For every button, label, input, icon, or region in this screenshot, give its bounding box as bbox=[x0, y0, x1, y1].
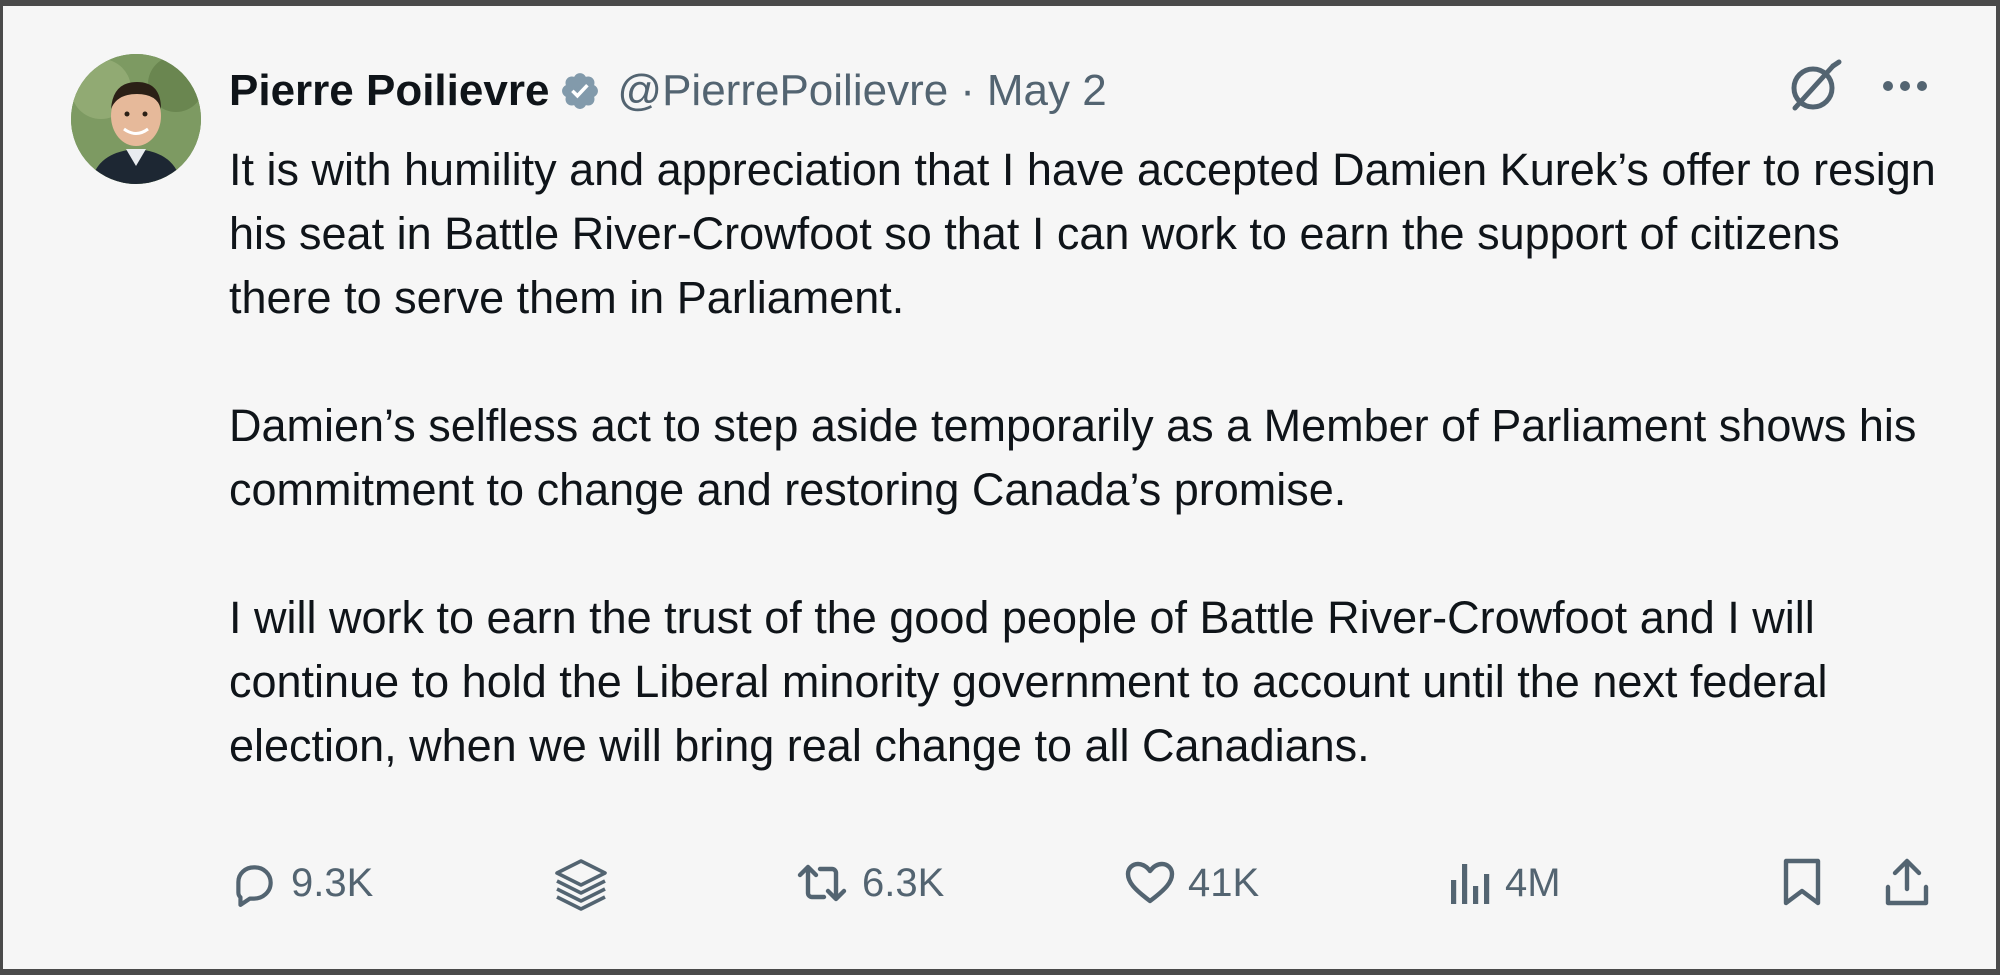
separator-dot: · bbox=[960, 66, 975, 115]
action-bar: 9.3K 6.3K 41K 4M bbox=[229, 851, 1939, 915]
like-count: 41K bbox=[1188, 860, 1260, 905]
repost-icon bbox=[794, 859, 850, 907]
bookmark-button[interactable] bbox=[1782, 851, 1822, 915]
tweet-paragraph: I will work to earn the trust of the goo… bbox=[229, 592, 1828, 771]
reply-icon bbox=[229, 858, 279, 908]
views-button[interactable]: 4M bbox=[1449, 851, 1561, 915]
reply-count: 9.3K bbox=[291, 860, 374, 905]
heart-icon bbox=[1124, 859, 1176, 907]
layers-icon bbox=[549, 851, 613, 915]
top-actions bbox=[1783, 58, 1929, 119]
bookmark-icon bbox=[1782, 857, 1822, 909]
author-name[interactable]: Pierre Poilievre bbox=[229, 66, 549, 116]
tweet-header: Pierre Poilievre @PierrePoilievre · May … bbox=[229, 56, 1107, 126]
tweet-card[interactable]: Pierre Poilievre @PierrePoilievre · May … bbox=[3, 6, 1996, 969]
tweet-text: It is with humility and appreciation tha… bbox=[229, 138, 1949, 778]
tweet-date[interactable]: May 2 bbox=[987, 66, 1107, 116]
screenshot-frame: Pierre Poilievre @PierrePoilievre · May … bbox=[0, 0, 2000, 975]
layers-button[interactable] bbox=[549, 851, 613, 915]
tweet-paragraph: Damien’s selfless act to step aside temp… bbox=[229, 400, 1917, 515]
share-button[interactable] bbox=[1884, 851, 1930, 915]
tweet-paragraph: It is with humility and appreciation tha… bbox=[229, 144, 1936, 323]
repost-count: 6.3K bbox=[862, 860, 945, 905]
verified-badge-icon[interactable] bbox=[559, 70, 601, 112]
share-icon bbox=[1884, 857, 1930, 909]
author-handle[interactable]: @PierrePoilievre bbox=[617, 66, 948, 116]
reply-button[interactable]: 9.3K bbox=[229, 851, 373, 915]
more-icon[interactable] bbox=[1881, 78, 1929, 99]
repost-button[interactable]: 6.3K bbox=[794, 851, 944, 915]
view-count: 4M bbox=[1505, 860, 1561, 905]
avatar[interactable] bbox=[71, 54, 201, 184]
grok-icon[interactable] bbox=[1783, 58, 1843, 119]
like-button[interactable]: 41K bbox=[1124, 851, 1259, 915]
views-icon bbox=[1449, 860, 1493, 906]
